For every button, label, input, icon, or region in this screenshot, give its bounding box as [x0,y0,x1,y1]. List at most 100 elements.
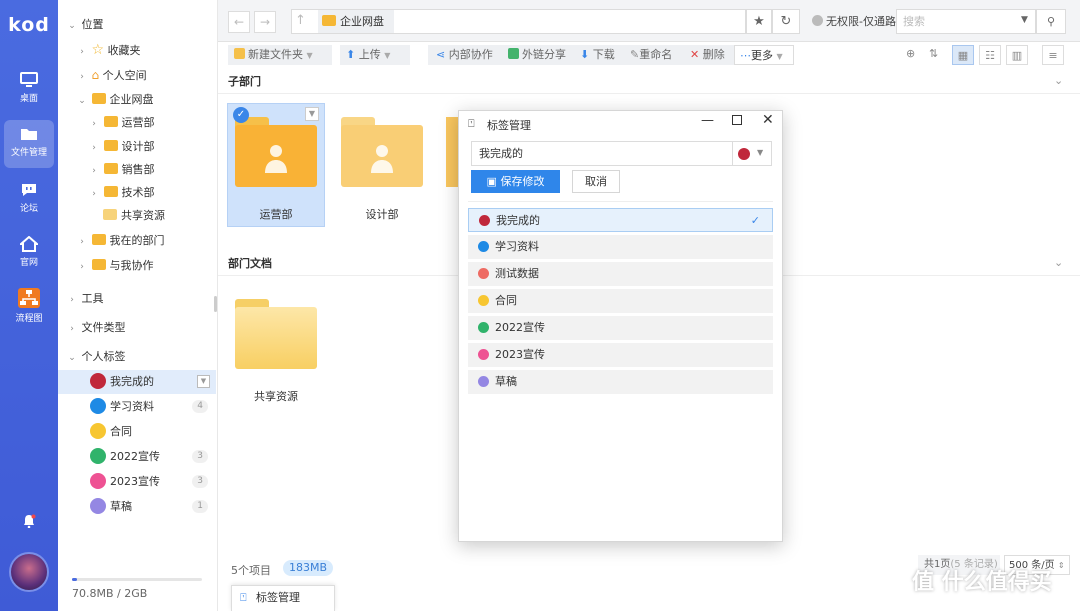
watermark: 值 什么值得买 [912,570,1052,595]
more-button[interactable]: ⋯更多 ▼ [734,45,794,65]
search-icon[interactable]: ⚲ [1036,9,1066,34]
button-label: 新建文件夹 [248,48,303,61]
tree-personal-tags[interactable]: ⌄ 个人标签 [66,346,126,368]
star-icon[interactable]: ★ [746,9,772,34]
bell-icon[interactable] [22,514,36,528]
caret-down-icon[interactable]: ▼ [305,107,319,121]
person-icon [371,145,393,173]
internal-collab-button[interactable]: ⋖ 内部协作 [436,45,493,65]
tag-item[interactable]: 合同 [90,421,214,443]
taskbar-label: 标签管理 [256,591,300,604]
folder-name: 运营部 [259,208,293,221]
app-logo[interactable]: kod [0,14,58,36]
rail-website[interactable]: 官网 [4,230,54,274]
folder-tile[interactable] [235,299,317,369]
tag-color-dot [90,423,106,439]
tag-color-dot [478,295,489,306]
tree-dept-item[interactable]: › 设计部 [88,136,155,158]
chevron-down-icon[interactable]: ⌄ [1054,74,1063,87]
tag-label: 学习资料 [495,240,539,253]
tag-label: 草稿 [495,375,517,388]
chevron-right-icon: › [70,324,74,334]
rail-files[interactable]: 文件管理 [4,120,54,168]
tree-personal-space[interactable]: › ⌂ 个人空间 [76,64,146,86]
rail-forum[interactable]: 论坛 [4,176,54,220]
new-folder-button[interactable]: 新建文件夹 ▼ [228,45,332,65]
taskbar-tag-manager[interactable]: ⍞ 标签管理 [231,585,335,611]
sort-icon[interactable]: ⇅ [929,47,938,60]
home-icon [20,236,38,252]
caret-down-icon[interactable]: ▼ [197,375,210,388]
tag-label: 合同 [110,425,132,438]
share-link-button[interactable]: 外链分享 [508,45,566,65]
arrow-up-icon[interactable]: ↑ [295,13,306,28]
cancel-button[interactable]: 取消 [572,170,620,193]
refresh-icon[interactable]: ↻ [772,9,800,34]
tag-item[interactable]: 我完成的 ▼ [90,371,214,393]
arrow-up-icon: ⬆ [346,48,356,61]
upload-button[interactable]: ⬆ 上传 ▼ [340,45,410,65]
tag-label: 我完成的 [496,214,540,227]
caret-down-icon[interactable]: ▼ [1021,15,1028,25]
tag-row[interactable]: 2022宣传 [468,316,773,340]
check-icon[interactable]: ✓ [233,107,249,123]
grid-view-icon[interactable]: ▦ [952,45,974,65]
split-view-icon[interactable]: ▥ [1006,45,1028,65]
bookmark-icon: ⍞ [468,117,475,130]
tag-name-input[interactable]: 我完成的 [471,141,733,166]
tree-file-types[interactable]: › 文件类型 [66,317,125,339]
tag-row[interactable]: 学习资料 [468,235,773,259]
tree-label: 个人标签 [81,350,126,363]
tag-row[interactable]: 草稿 [468,370,773,394]
search-input[interactable]: 搜索 [896,9,1036,34]
tree-tools[interactable]: › 工具 [66,288,104,310]
avatar[interactable] [9,552,49,592]
close-icon[interactable]: ✕ [762,112,774,128]
folder-icon [91,93,106,104]
tag-item[interactable]: 草稿 1 [90,496,214,518]
tag-row[interactable]: 我完成的 ✓ [468,208,773,232]
tag-row[interactable]: 测试数据 [468,262,773,286]
rail-desktop[interactable]: 桌面 [4,66,54,110]
rail-flowchart[interactable]: 流程图 [4,284,54,332]
tree-dept-item[interactable]: › 技术部 [88,182,155,204]
save-button[interactable]: ▣ 保存修改 [471,170,560,193]
tag-label: 学习资料 [110,400,154,413]
tag-item[interactable]: 2023宣传 3 [90,471,214,493]
color-picker[interactable]: ▼ [733,141,772,166]
tree-enterprise-disk[interactable]: ⌄ 企业网盘 [76,89,154,111]
chevron-down-icon: ⌄ [78,96,86,106]
tree-scrollbar[interactable] [214,296,217,312]
tree-dept-item[interactable]: › 销售部 [88,159,155,181]
list-view-icon[interactable]: ☷ [979,45,1001,65]
tree-dept-item[interactable]: › 运营部 [88,112,155,134]
star-icon: ☆ [91,42,105,58]
minimize-icon[interactable]: — [701,113,714,128]
breadcrumb[interactable]: 企业网盘 [318,10,394,33]
menu-icon[interactable]: ≡ [1042,45,1064,65]
tree-cooperate[interactable]: › 与我协作 [76,255,154,277]
tag-row[interactable]: 2023宣传 [468,343,773,367]
chevron-down-icon[interactable]: ⌄ [1054,256,1063,269]
maximize-icon[interactable] [732,115,742,125]
folder-tile[interactable] [235,117,317,187]
folder-tile[interactable] [341,117,423,187]
person-icon [265,145,287,173]
tree-my-dept[interactable]: › 我在的部门 [76,230,165,252]
tree-location[interactable]: ⌄ 位置 [66,14,103,36]
tree-label: 工具 [81,292,104,305]
rail-label: 流程图 [15,314,43,324]
delete-button[interactable]: ✕ 删除 [690,45,725,65]
tag-row[interactable]: 合同 [468,289,773,313]
tree-shared[interactable]: 共享资源 [103,205,165,227]
download-button[interactable]: ⬇ 下载 [580,45,615,65]
tree-favorites[interactable]: › ☆ 收藏夹 [76,39,140,61]
chevron-right-icon: › [92,189,96,199]
divider [218,93,1080,94]
tag-item[interactable]: 学习资料 4 [90,396,214,418]
rename-button[interactable]: ✎重命名 [630,45,672,65]
forward-button[interactable]: → [254,11,276,33]
back-button[interactable]: ← [228,11,250,33]
tag-item[interactable]: 2022宣传 3 [90,446,214,468]
zoom-icon[interactable]: ⊕ [906,47,915,60]
